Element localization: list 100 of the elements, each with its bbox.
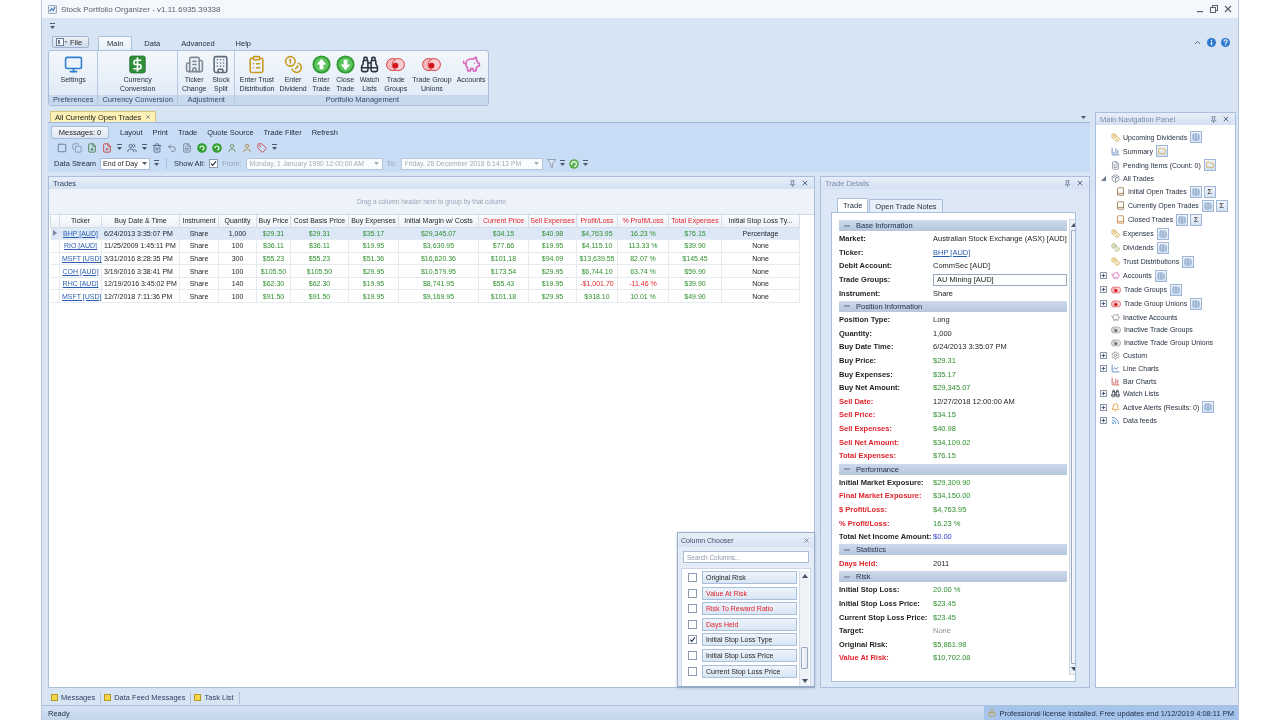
collapse-icon[interactable] — [844, 303, 850, 310]
collapse-ribbon-icon[interactable] — [1193, 38, 1202, 47]
bell-icon — [1111, 402, 1120, 412]
monitor-icon — [63, 55, 83, 74]
expand-icon[interactable] — [1099, 352, 1107, 360]
sum-button[interactable]: Σ — [1203, 185, 1216, 198]
close-icon[interactable] — [1224, 5, 1232, 13]
dropdown-caret-icon[interactable] — [142, 144, 147, 151]
user-icon[interactable] — [242, 142, 252, 153]
remove-file-icon[interactable] — [102, 142, 112, 153]
checkbox[interactable] — [688, 573, 697, 582]
circles-icon — [386, 56, 406, 73]
arrow-down-circle-icon — [335, 55, 355, 74]
view-button[interactable] — [1190, 297, 1203, 310]
close-icon[interactable] — [801, 179, 809, 187]
collapse-arrow-icon[interactable] — [1100, 175, 1106, 181]
view-button[interactable] — [1169, 283, 1182, 296]
checkbox[interactable] — [688, 650, 697, 660]
view-button[interactable] — [1154, 269, 1167, 282]
arrow-up-circle-icon — [311, 55, 331, 74]
pin-icon[interactable] — [789, 179, 796, 187]
bar-chart-icon — [1111, 376, 1120, 386]
info-icon[interactable] — [1207, 38, 1216, 47]
checkbox[interactable] — [688, 666, 697, 676]
customize-toolbar-icon[interactable] — [50, 22, 55, 30]
view-button[interactable] — [1176, 213, 1189, 226]
binoculars-icon — [1111, 389, 1120, 399]
expand-icon[interactable] — [1099, 286, 1107, 294]
clipboard-icon — [247, 55, 267, 74]
open-button[interactable] — [1155, 145, 1168, 157]
add-file-icon[interactable] — [87, 142, 97, 153]
box-icon — [1111, 173, 1120, 183]
circle-arrow-icon[interactable] — [197, 142, 207, 153]
dropdown-caret-icon[interactable] — [117, 144, 122, 151]
table-icon — [1158, 229, 1167, 238]
pin-icon[interactable] — [1210, 115, 1217, 123]
undo-icon[interactable] — [167, 142, 177, 153]
sum-button[interactable]: Σ — [1190, 213, 1203, 226]
expand-icon[interactable] — [1099, 403, 1107, 411]
sum-button[interactable]: Σ — [1215, 199, 1228, 212]
checkbox[interactable] — [688, 588, 697, 598]
view-button[interactable] — [1202, 401, 1215, 414]
dropdown-caret-icon[interactable] — [582, 160, 588, 167]
window-title: Stock Portfolio Organizer - v1.11.6935.39338 — [61, 4, 221, 14]
view-button[interactable] — [1156, 227, 1169, 240]
expand-icon[interactable] — [1099, 364, 1107, 372]
building-icon — [211, 55, 231, 74]
dropdown-caret-icon[interactable] — [154, 160, 160, 167]
close-icon[interactable] — [803, 536, 810, 544]
checkbox[interactable] — [688, 619, 697, 629]
expand-icon[interactable] — [1099, 417, 1107, 425]
checkbox[interactable] — [688, 635, 697, 645]
expand-icon[interactable] — [1099, 300, 1107, 308]
view-button[interactable] — [1201, 199, 1214, 212]
dropdown-arrow-icon — [373, 162, 379, 165]
view-button[interactable] — [1190, 131, 1203, 143]
copy-icon[interactable] — [72, 142, 82, 153]
binoculars-icon — [359, 55, 379, 74]
coins-icon — [1111, 132, 1120, 142]
close-icon[interactable] — [1222, 115, 1230, 123]
tab-list-arrow-icon — [1081, 115, 1086, 119]
note-icon — [51, 694, 58, 701]
folder-icon — [1205, 161, 1214, 169]
scrollbar[interactable] — [799, 571, 809, 686]
circle-arrow-icon[interactable] — [212, 142, 222, 153]
user-icon[interactable] — [227, 142, 237, 153]
close-icon[interactable] — [145, 114, 152, 120]
piggy-bank-icon — [1111, 271, 1120, 281]
table-icon — [1191, 187, 1200, 196]
expand-icon[interactable] — [1099, 272, 1107, 280]
folder-icon — [1157, 147, 1166, 155]
show-all-checkbox[interactable] — [208, 159, 218, 168]
dropdown-caret-icon[interactable] — [272, 144, 277, 151]
circles-icon — [1111, 299, 1121, 308]
trash-icon[interactable] — [152, 142, 162, 153]
checkbox[interactable] — [688, 604, 697, 614]
open-button[interactable] — [1203, 159, 1216, 171]
expand-icon[interactable] — [1099, 390, 1107, 398]
users-icon[interactable] — [127, 142, 137, 153]
panel-icon[interactable] — [57, 142, 67, 153]
tag-icon[interactable] — [257, 142, 267, 153]
note-icon — [194, 694, 202, 701]
refresh-icon[interactable] — [568, 158, 579, 169]
table-icon — [1192, 133, 1201, 141]
row-indicator-icon — [52, 230, 57, 237]
pin-icon[interactable] — [1064, 179, 1071, 187]
help-icon[interactable] — [1221, 38, 1230, 47]
close-icon[interactable] — [1076, 179, 1084, 187]
check-icon — [689, 636, 696, 644]
coins-icon — [1111, 229, 1120, 239]
dropdown-caret-icon[interactable] — [559, 160, 565, 167]
view-button[interactable] — [1156, 241, 1169, 254]
document-icon[interactable] — [182, 142, 192, 153]
lock-icon — [988, 709, 997, 717]
restore-icon[interactable] — [1210, 5, 1218, 13]
view-button[interactable] — [1182, 255, 1195, 268]
table-icon — [1204, 403, 1213, 412]
view-button[interactable] — [1189, 185, 1202, 198]
buildings-icon — [184, 55, 204, 74]
table-icon — [1158, 243, 1167, 252]
